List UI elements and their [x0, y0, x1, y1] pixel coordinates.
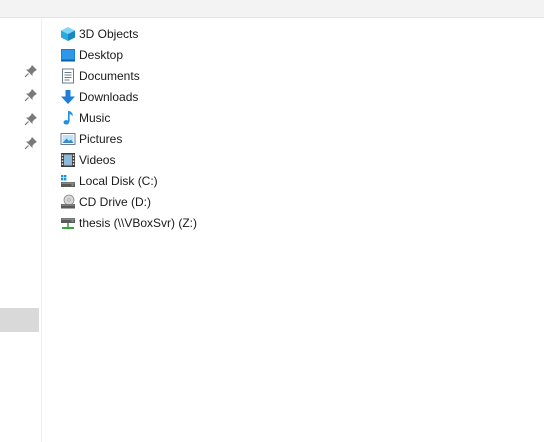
- pin-icon[interactable]: [24, 136, 38, 150]
- list-item-desktop[interactable]: Desktop: [60, 45, 123, 65]
- item-label: Desktop: [79, 48, 124, 62]
- item-label: CD Drive (D:): [79, 195, 151, 209]
- pictures-icon: [60, 133, 76, 145]
- item-label: Videos: [79, 153, 116, 167]
- list-item-cd-drive[interactable]: CD Drive (D:): [60, 192, 151, 212]
- network-drive-icon: [61, 218, 75, 229]
- navigation-pane[interactable]: [0, 18, 42, 442]
- toolbar-strip: [0, 0, 544, 18]
- file-explorer-window: 3D Objects Desktop Documents Downloads M…: [0, 0, 544, 442]
- music-icon: [63, 111, 73, 125]
- item-label: 3D Objects: [79, 27, 139, 41]
- folder-list: 3D Objects Desktop Documents Downloads M…: [42, 18, 544, 442]
- pin-icon[interactable]: [24, 88, 38, 102]
- 3d-objects-icon: [61, 27, 75, 41]
- list-item-videos[interactable]: Videos: [60, 150, 115, 170]
- list-item-downloads[interactable]: Downloads: [60, 87, 138, 107]
- pin-icon[interactable]: [24, 64, 38, 78]
- list-item-local-disk[interactable]: Local Disk (C:): [60, 171, 158, 191]
- item-label: Downloads: [79, 90, 139, 104]
- local-disk-icon: [61, 175, 75, 187]
- desktop-icon: [61, 49, 75, 62]
- item-label: Local Disk (C:): [79, 174, 158, 188]
- documents-icon: [62, 68, 74, 84]
- item-label: Music: [79, 111, 111, 125]
- item-label: Pictures: [79, 132, 123, 146]
- list-item-network-drive[interactable]: thesis (\\VBoxSvr) (Z:): [60, 213, 197, 233]
- item-label: thesis (\\VBoxSvr) (Z:): [79, 216, 198, 230]
- nav-selected-item[interactable]: [0, 308, 39, 332]
- list-item-music[interactable]: Music: [60, 108, 110, 128]
- cd-drive-icon: [61, 194, 75, 209]
- item-label: Documents: [79, 69, 140, 83]
- list-item-3d-objects[interactable]: 3D Objects: [60, 24, 138, 44]
- list-item-pictures[interactable]: Pictures: [60, 129, 122, 149]
- list-item-documents[interactable]: Documents: [60, 66, 140, 86]
- downloads-icon: [61, 90, 75, 104]
- videos-icon: [61, 153, 75, 167]
- pin-icon[interactable]: [24, 112, 38, 126]
